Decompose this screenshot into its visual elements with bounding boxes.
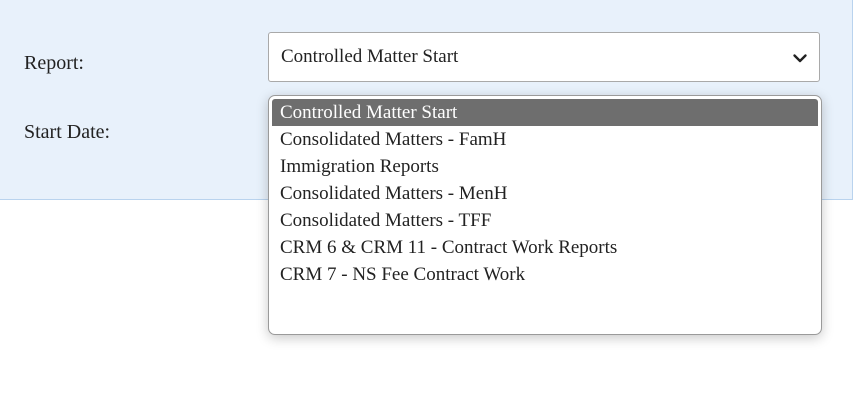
option-crm-7-ns-fee-contract-work[interactable]: CRM 7 - NS Fee Contract Work: [269, 261, 821, 288]
option-consolidated-matters-famh[interactable]: Consolidated Matters - FamH: [269, 126, 821, 153]
option-consolidated-matters-tff[interactable]: Consolidated Matters - TFF: [269, 207, 821, 234]
option-immigration-reports[interactable]: Immigration Reports: [269, 153, 821, 180]
report-select-value: Controlled Matter Start: [281, 46, 459, 67]
chevron-down-icon: [792, 50, 808, 66]
report-dropdown-list[interactable]: Controlled Matter Start Consolidated Mat…: [268, 95, 822, 335]
start-date-label: Start Date:: [24, 121, 111, 143]
option-crm-6-crm-11-contract-work-reports[interactable]: CRM 6 & CRM 11 - Contract Work Reports: [269, 234, 821, 261]
option-controlled-matter-start[interactable]: Controlled Matter Start: [272, 99, 818, 126]
report-label: Report:: [24, 52, 84, 74]
option-consolidated-matters-menh[interactable]: Consolidated Matters - MenH: [269, 180, 821, 207]
report-select[interactable]: Controlled Matter Start: [268, 32, 820, 82]
